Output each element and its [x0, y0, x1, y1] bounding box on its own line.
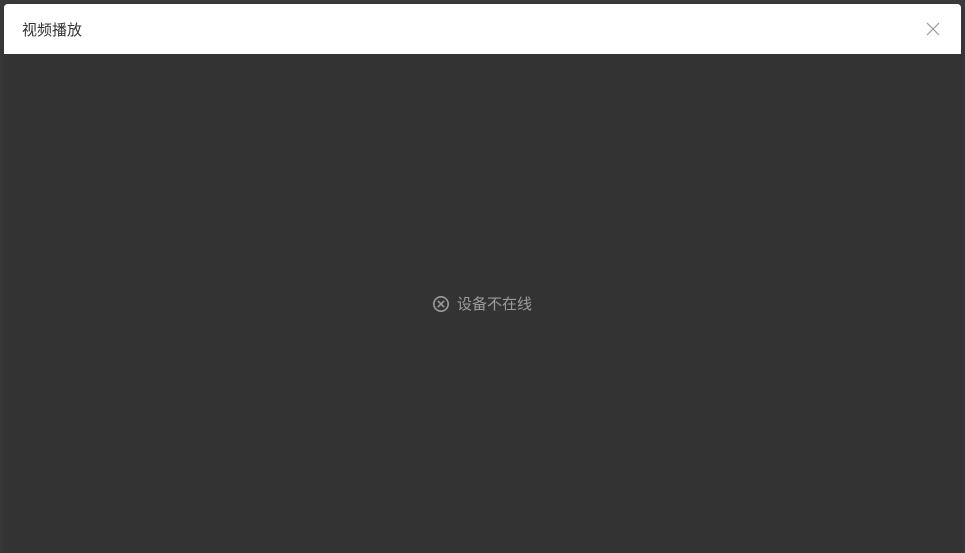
video-area: 设备不在线 [4, 54, 961, 553]
error-icon [433, 296, 449, 312]
close-button[interactable] [921, 17, 945, 41]
video-playback-modal: 视频播放 设备不在线 [4, 4, 961, 553]
modal-header: 视频播放 [4, 4, 961, 54]
status-text: 设备不在线 [457, 293, 532, 314]
modal-title: 视频播放 [22, 19, 82, 40]
offline-status: 设备不在线 [433, 293, 532, 314]
close-icon [926, 22, 940, 36]
